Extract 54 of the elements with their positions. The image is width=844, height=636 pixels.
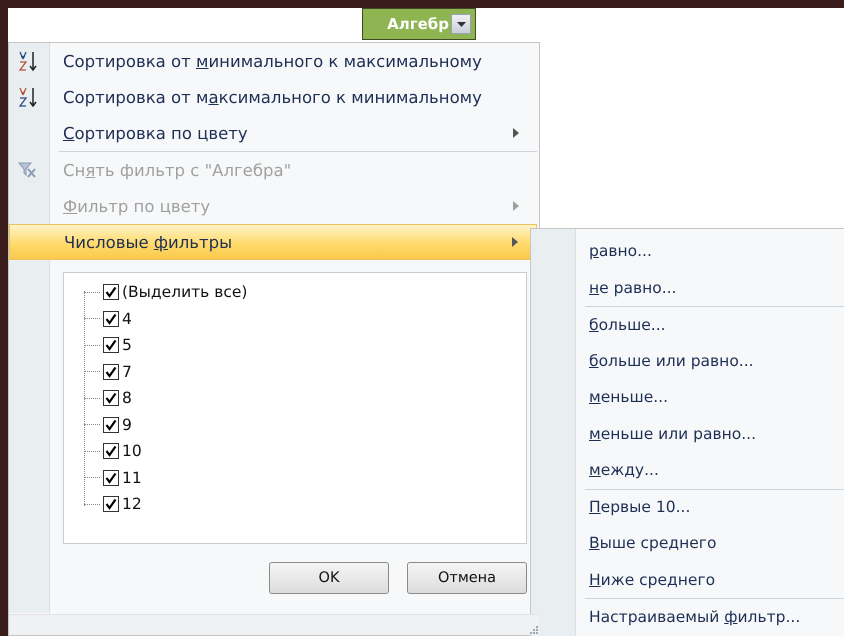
menu-item[interactable]: равно... (585, 233, 844, 270)
checkbox[interactable] (103, 390, 119, 406)
checkbox[interactable] (103, 310, 119, 327)
menu-item[interactable]: больше... (585, 306, 844, 342)
clear-filter-icon (17, 160, 37, 180)
submenu-arrow-icon (513, 128, 519, 138)
checkbox[interactable] (103, 496, 119, 512)
checkmark-icon (105, 366, 117, 378)
checkmark-icon (105, 472, 117, 484)
filter-dropdown-button[interactable] (451, 14, 471, 34)
checkmark-icon (105, 286, 117, 298)
menu-item[interactable]: Сортировка от максимального к минимальному (9, 79, 537, 115)
caret-icon (456, 22, 466, 26)
column-header-label: Алгебр (387, 15, 449, 33)
menu-item[interactable]: меньше... (585, 379, 844, 416)
checkbox[interactable] (103, 337, 119, 354)
value-label: 7 (122, 362, 132, 381)
checkbox[interactable] (103, 416, 119, 433)
checkbox[interactable] (103, 443, 119, 460)
menu-item[interactable]: Числовые фильтры (9, 224, 537, 260)
checkbox[interactable] (103, 470, 119, 486)
value-label: 4 (122, 310, 132, 328)
value-label: 5 (122, 336, 132, 354)
value-label: 11 (122, 468, 142, 487)
menu-item[interactable]: меньше или равно... (585, 416, 844, 452)
menu-item[interactable]: Сортировка от минимального к максимальному (9, 43, 537, 79)
submenu-arrow-icon (512, 237, 518, 247)
checkmark-icon (105, 339, 117, 352)
cancel-button[interactable]: Отмена (407, 562, 527, 594)
menu-item[interactable]: больше или равно... (585, 342, 844, 379)
menu-item[interactable]: Сортировка по цвету (9, 115, 537, 151)
value-label: (Выделить все) (122, 283, 248, 302)
ok-button[interactable]: OK (269, 562, 389, 594)
sort-ascending-icon (17, 50, 39, 72)
value-label: 12 (122, 495, 142, 514)
checkbox[interactable] (103, 284, 119, 300)
menu-item[interactable]: не равно... (585, 270, 844, 306)
menu-item[interactable]: Настраиваемый фильтр... (585, 598, 844, 634)
value-label: 8 (122, 389, 132, 408)
menu-item[interactable]: Первые 10... (585, 488, 844, 525)
menu-item[interactable]: между... (585, 452, 844, 488)
checkmark-icon (105, 418, 117, 431)
checkmark-icon (105, 312, 117, 325)
menu-item[interactable]: Ниже среднего (585, 562, 844, 598)
checkmark-icon (105, 392, 117, 404)
checkbox[interactable] (103, 364, 119, 380)
value-label: 10 (122, 442, 142, 460)
sort-descending-icon (17, 86, 39, 108)
checkmark-icon (105, 445, 117, 458)
value-label: 9 (122, 416, 132, 434)
checkmark-icon (105, 498, 117, 510)
resize-grip-icon (529, 625, 539, 635)
menu-item[interactable]: Выше среднего (585, 525, 844, 562)
submenu-arrow-icon (513, 201, 519, 211)
